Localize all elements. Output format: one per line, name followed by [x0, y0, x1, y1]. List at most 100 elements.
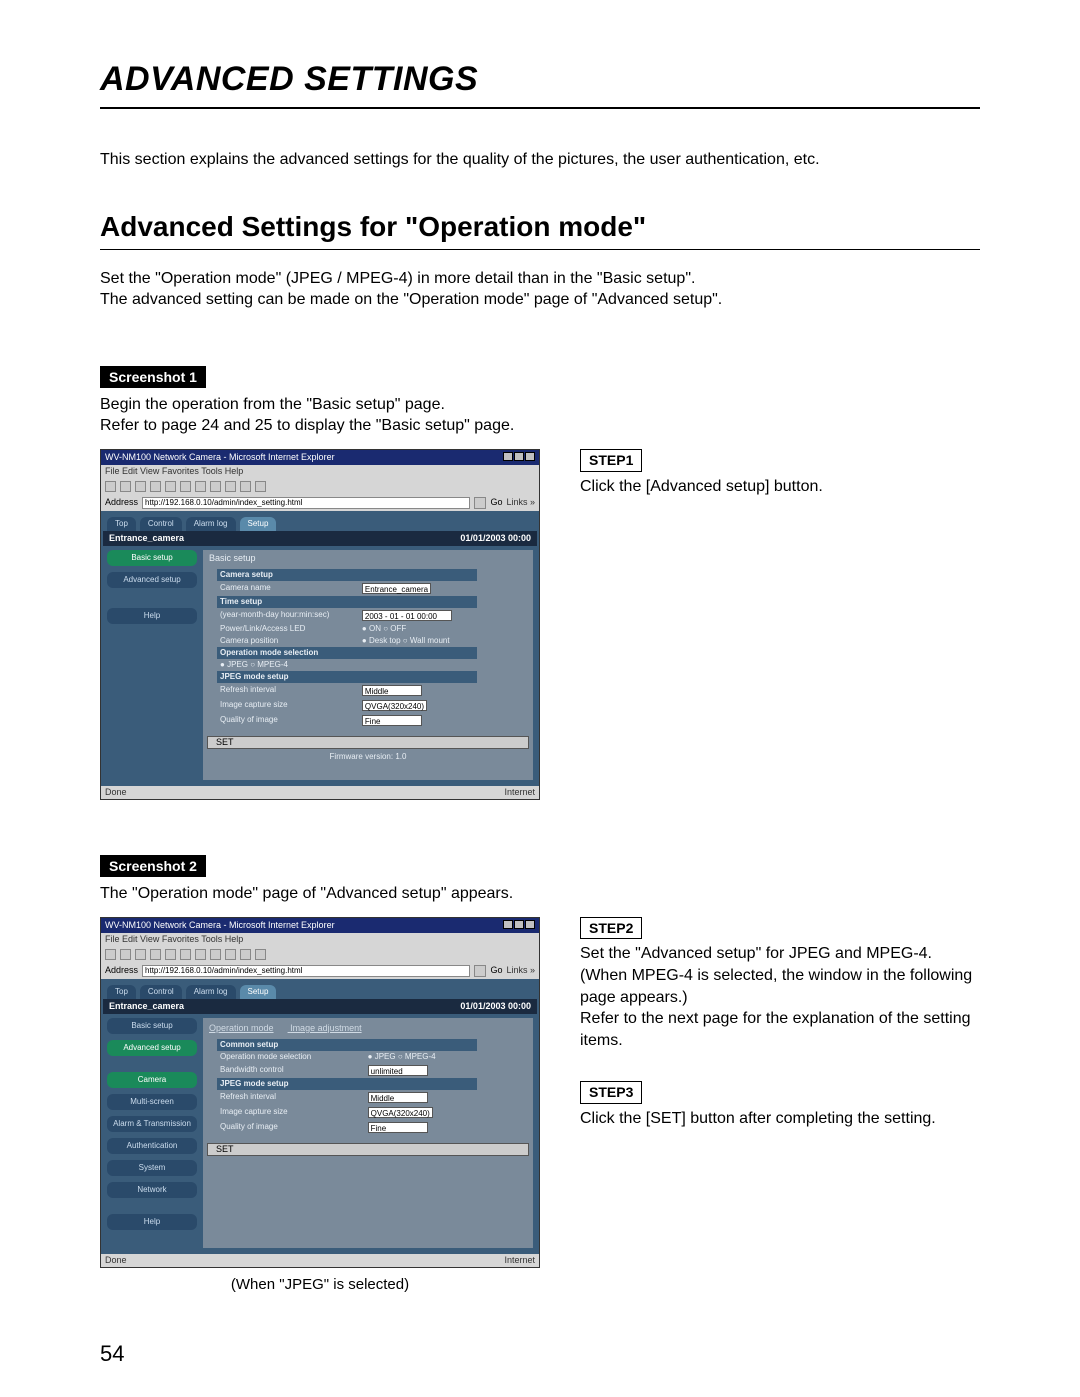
screenshot1-caption: Begin the operation from the "Basic setu… [100, 394, 980, 437]
settings-table: Camera setup Camera nameEntrance_camera … [217, 569, 477, 728]
select-capsize[interactable]: QVGA(320x240) [368, 1107, 433, 1118]
status-net: Internet [504, 1256, 535, 1265]
select-quality[interactable]: Fine [362, 715, 422, 726]
radio-mpeg4[interactable]: MPEG-4 [398, 1052, 436, 1061]
firmware-text: Firmware version: 1.0 [207, 753, 529, 761]
select-bw[interactable]: unlimited [368, 1065, 428, 1076]
row-common: Common setup [217, 1039, 477, 1051]
screenshot2-badge: Screenshot 2 [100, 855, 206, 877]
step2-text: Set the "Advanced setup" for JPEG and MP… [580, 943, 980, 1051]
tab-top[interactable]: Top [107, 517, 136, 531]
radio-led-on[interactable]: ON [362, 624, 381, 633]
label-quality: Quality of image [217, 1120, 365, 1135]
side-system[interactable]: System [107, 1160, 197, 1176]
label-quality: Quality of image [217, 713, 359, 728]
label-refresh: Refresh interval [217, 683, 359, 698]
input-time[interactable]: 2003 - 01 - 01 00:00 [362, 610, 452, 621]
go-label: Go [490, 966, 502, 975]
window-title: WV-NM100 Network Camera - Microsoft Inte… [105, 921, 335, 930]
tab-alarmlog[interactable]: Alarm log [186, 517, 236, 531]
tab-control[interactable]: Control [140, 985, 182, 999]
subtab-imgadj[interactable]: Image adjustment [290, 1023, 362, 1033]
step2: STEP2 Set the "Advanced setup" for JPEG … [580, 917, 980, 1052]
window-title: WV-NM100 Network Camera - Microsoft Inte… [105, 453, 335, 462]
radio-desktop[interactable]: Desk top [362, 636, 401, 645]
screenshot1-block: Screenshot 1 Begin the operation from th… [100, 366, 980, 800]
intro-text: This section explains the advanced setti… [100, 149, 980, 171]
menubar: File Edit View Favorites Tools Help [101, 465, 539, 478]
tab-setup[interactable]: Setup [240, 517, 277, 531]
camera-datetime: 01/01/2003 00:00 [460, 534, 531, 543]
radio-mpeg4[interactable]: MPEG-4 [250, 660, 288, 669]
window-controls [502, 920, 535, 931]
radio-wall[interactable]: Wall mount [403, 636, 450, 645]
side-auth[interactable]: Authentication [107, 1138, 197, 1154]
tab-alarmlog[interactable]: Alarm log [186, 985, 236, 999]
select-refresh[interactable]: Middle [362, 685, 422, 696]
subtab-basic[interactable]: Basic setup [107, 1018, 197, 1034]
tab-setup[interactable]: Setup [240, 985, 277, 999]
side-help[interactable]: Help [107, 608, 197, 624]
tab-top[interactable]: Top [107, 985, 136, 999]
label-opmode: Operation mode selection [217, 1051, 365, 1063]
tab-control[interactable]: Control [140, 517, 182, 531]
address-input[interactable] [142, 497, 470, 509]
radio-jpeg[interactable]: JPEG [220, 660, 248, 669]
label-led: Power/Link/Access LED [217, 623, 359, 635]
select-quality[interactable]: Fine [368, 1122, 428, 1133]
screenshot2-caption: The "Operation mode" page of "Advanced s… [100, 883, 980, 905]
step3-label: STEP3 [580, 1081, 642, 1104]
status-net: Internet [504, 788, 535, 797]
input-camera-name[interactable]: Entrance_camera [362, 583, 431, 594]
label-time: (year-month-day hour:min:sec) [217, 608, 359, 623]
side-alarm[interactable]: Alarm & Transmission [107, 1116, 197, 1132]
select-refresh[interactable]: Middle [368, 1092, 428, 1103]
screenshot2-block: Screenshot 2 The "Operation mode" page o… [100, 855, 980, 1293]
subtab-opmode[interactable]: Operation mode [209, 1023, 274, 1033]
step1-text: Click the [Advanced setup] button. [580, 476, 980, 498]
radio-jpeg[interactable]: JPEG [368, 1052, 396, 1061]
links-label: Links » [506, 498, 535, 507]
go-button[interactable] [474, 965, 486, 977]
links-label: Links » [506, 966, 535, 975]
subtab-advanced[interactable]: Advanced setup [107, 572, 197, 588]
go-label: Go [490, 498, 502, 507]
row-camera-setup: Camera setup [217, 569, 477, 581]
label-capsize: Image capture size [217, 698, 359, 713]
select-capsize[interactable]: QVGA(320x240) [362, 700, 427, 711]
label-refresh: Refresh interval [217, 1090, 365, 1105]
camera-title: Entrance_camera [109, 534, 184, 543]
label-bw: Bandwidth control [217, 1063, 365, 1078]
subtab-advanced[interactable]: Advanced setup [107, 1040, 197, 1056]
label-capsize: Image capture size [217, 1105, 365, 1120]
address-label: Address [105, 498, 138, 507]
subtab-basic[interactable]: Basic setup [107, 550, 197, 566]
status-done: Done [105, 788, 127, 797]
section-rule [100, 249, 980, 250]
row-jpeg: JPEG mode setup [217, 671, 477, 683]
side-multiscreen[interactable]: Multi-screen [107, 1094, 197, 1110]
step3-text: Click the [SET] button after completing … [580, 1108, 980, 1130]
set-button[interactable]: SET [207, 1143, 529, 1156]
address-input[interactable] [142, 965, 470, 977]
menubar: File Edit View Favorites Tools Help [101, 933, 539, 946]
window-controls [502, 452, 535, 463]
step1-label: STEP1 [580, 449, 642, 472]
address-label: Address [105, 966, 138, 975]
radio-led-off[interactable]: OFF [383, 624, 406, 633]
status-done: Done [105, 1256, 127, 1265]
page-number: 54 [100, 1341, 124, 1367]
panel-subtabs: Operation mode Image adjustment [209, 1024, 529, 1033]
row-opmode: Operation mode selection [217, 647, 477, 659]
side-camera[interactable]: Camera [107, 1072, 197, 1088]
section-title: Advanced Settings for "Operation mode" [100, 211, 980, 243]
screenshot1-badge: Screenshot 1 [100, 366, 206, 388]
camera-datetime: 01/01/2003 00:00 [460, 1002, 531, 1011]
row-time-setup: Time setup [217, 596, 477, 608]
side-help[interactable]: Help [107, 1214, 197, 1230]
screenshot2-image: WV-NM100 Network Camera - Microsoft Inte… [100, 917, 540, 1268]
set-button[interactable]: SET [207, 736, 529, 749]
go-button[interactable] [474, 497, 486, 509]
step1: STEP1 Click the [Advanced setup] button. [580, 449, 980, 497]
side-network[interactable]: Network [107, 1182, 197, 1198]
